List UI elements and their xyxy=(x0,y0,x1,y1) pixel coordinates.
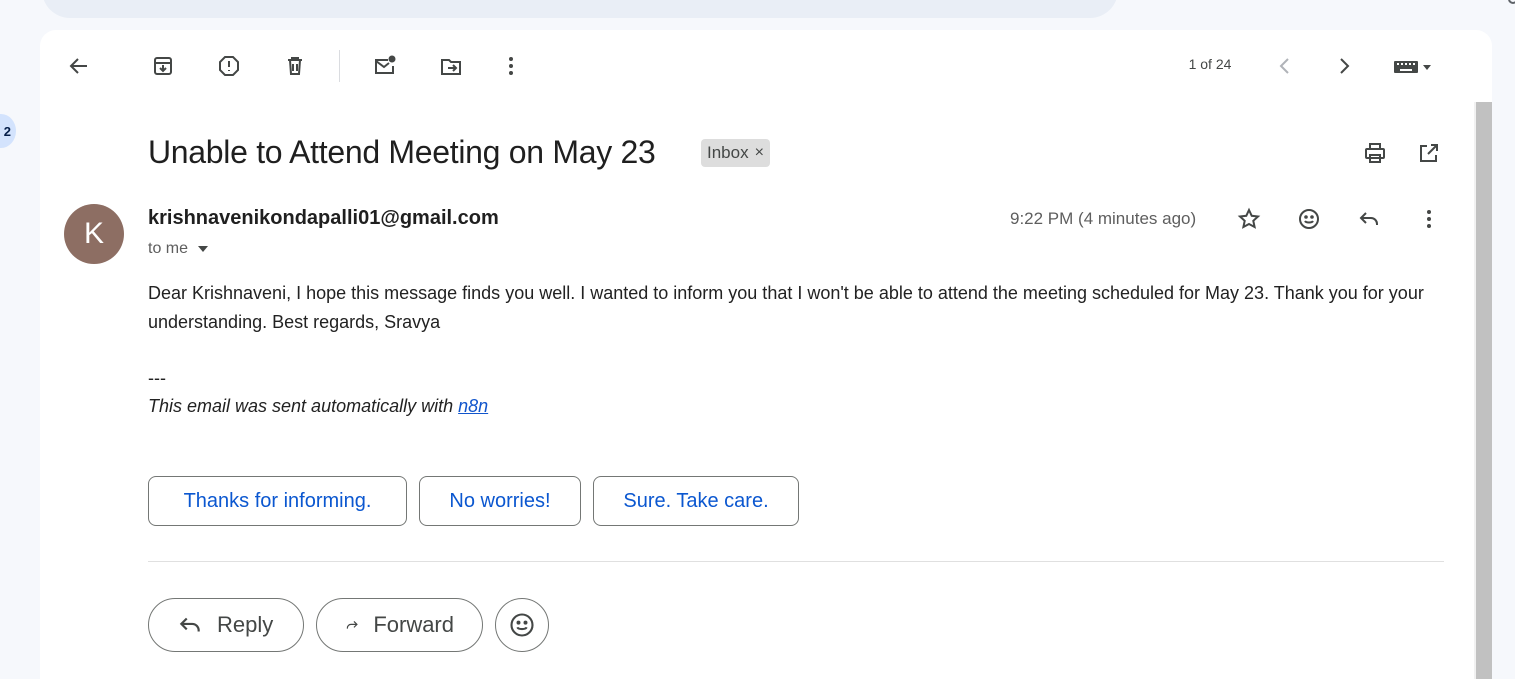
reply-icon[interactable] xyxy=(1349,199,1389,239)
label-text: Inbox xyxy=(707,143,749,162)
older-chevron-icon[interactable] xyxy=(1324,46,1364,86)
signature-link[interactable]: n8n xyxy=(458,396,488,416)
signature-separator: --- xyxy=(148,368,166,388)
star-icon[interactable] xyxy=(1229,199,1269,239)
remove-label-icon[interactable]: × xyxy=(755,144,764,162)
chevron-down-icon[interactable] xyxy=(198,246,209,252)
smart-reply-button[interactable]: No worries! xyxy=(419,476,581,526)
inbox-label-chip: Inbox × xyxy=(701,139,770,167)
archive-icon[interactable] xyxy=(143,46,183,86)
sender-address[interactable]: krishnavenikondapalli01@gmail.com xyxy=(148,207,499,230)
divider xyxy=(148,561,1444,562)
page-counter: 1 of 24 xyxy=(1188,56,1232,72)
more-options-icon[interactable] xyxy=(491,46,531,86)
reply-button[interactable]: Reply xyxy=(148,598,304,652)
move-to-icon[interactable] xyxy=(431,46,471,86)
search-bar[interactable] xyxy=(42,0,1118,18)
print-icon[interactable] xyxy=(1355,133,1395,173)
forward-label: Forward xyxy=(373,612,454,637)
report-spam-icon[interactable] xyxy=(209,46,249,86)
message-pane xyxy=(40,30,1492,679)
forward-button[interactable]: Forward xyxy=(316,598,483,652)
add-reaction-icon[interactable] xyxy=(1289,199,1329,239)
forward-arrow-icon xyxy=(346,621,358,629)
corner-icon xyxy=(1508,0,1515,4)
email-body: Dear Krishnaveni, I hope this message fi… xyxy=(148,283,1424,332)
sidebar-count-badge: 2 xyxy=(0,114,16,148)
smart-reply-button[interactable]: Thanks for informing. xyxy=(148,476,407,526)
reply-label: Reply xyxy=(217,612,274,637)
newer-chevron-icon[interactable] xyxy=(1265,46,1305,86)
toolbar-divider xyxy=(339,50,340,82)
recipient-text: to me xyxy=(148,240,189,257)
emoji-reaction-button[interactable] xyxy=(495,598,549,652)
signature-text: This email was sent automatically with xyxy=(148,396,459,416)
input-tools-keyboard-icon[interactable] xyxy=(1384,46,1440,86)
email-subject: Unable to Attend Meeting on May 23 xyxy=(148,134,656,170)
message-timestamp: 9:22 PM (4 minutes ago) xyxy=(1010,209,1197,228)
smart-reply-button[interactable]: Sure. Take care. xyxy=(593,476,799,526)
message-more-icon[interactable] xyxy=(1409,199,1449,239)
reply-arrow-icon xyxy=(179,617,200,632)
open-new-window-icon[interactable] xyxy=(1409,133,1449,173)
scrollbar-thumb[interactable] xyxy=(1476,102,1492,679)
signature: This email was sent automatically with n… xyxy=(148,396,488,417)
recipient-details-toggle[interactable]: to me xyxy=(148,240,209,258)
delete-icon[interactable] xyxy=(275,46,315,86)
smiley-icon xyxy=(510,613,534,637)
mark-unread-icon[interactable] xyxy=(365,46,405,86)
back-arrow-icon[interactable] xyxy=(59,46,99,86)
sender-avatar[interactable]: K xyxy=(64,204,124,264)
